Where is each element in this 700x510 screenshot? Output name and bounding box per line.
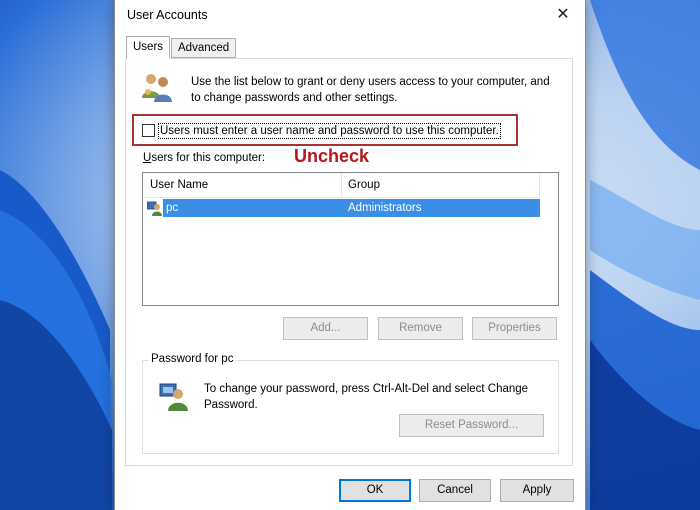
must-enter-password-checkbox[interactable] (142, 124, 155, 137)
user-row-icon (146, 200, 162, 216)
intro-text: Use the list below to grant or deny user… (191, 76, 550, 104)
title-bar[interactable]: User Accounts ✕ (115, 0, 585, 32)
password-instructions: To change your password, press Ctrl-Alt-… (204, 383, 529, 411)
apply-button[interactable]: Apply (500, 479, 574, 502)
reset-password-button[interactable]: Reset Password... (399, 414, 544, 437)
window-title: User Accounts (127, 8, 208, 22)
properties-button[interactable]: Properties (472, 317, 557, 340)
listview-header: User Name Group (143, 173, 540, 198)
add-button[interactable]: Add... (283, 317, 368, 340)
must-enter-password-label[interactable]: Users must enter a user name and passwor… (158, 123, 501, 139)
users-list-label-rest: sers for this computer: (151, 152, 266, 164)
table-row[interactable]: pc Administrators (163, 199, 540, 217)
close-icon[interactable]: ✕ (541, 0, 585, 30)
row-user-name: pc (166, 202, 179, 214)
annotation-uncheck: Uncheck (294, 146, 370, 166)
users-icon (139, 70, 175, 107)
column-header-user-name[interactable]: User Name (143, 173, 341, 197)
tab-advanced[interactable]: Advanced (171, 38, 237, 58)
users-list-label: Users for this computer: (143, 152, 266, 164)
remove-button[interactable]: Remove (378, 317, 463, 340)
users-listview[interactable]: User Name Group pc Administrators (142, 172, 559, 306)
password-user-icon (159, 381, 189, 414)
cancel-button[interactable]: Cancel (419, 479, 491, 502)
row-group: Administrators (348, 202, 422, 214)
tab-users[interactable]: Users (126, 36, 171, 59)
ok-button[interactable]: OK (339, 479, 411, 502)
column-header-group[interactable]: Group (341, 173, 539, 197)
password-group-title: Password for pc (148, 353, 237, 365)
column-divider[interactable] (539, 173, 540, 197)
user-accounts-dialog: User Accounts ✕ Users Advanced Use the l… (114, 0, 586, 510)
